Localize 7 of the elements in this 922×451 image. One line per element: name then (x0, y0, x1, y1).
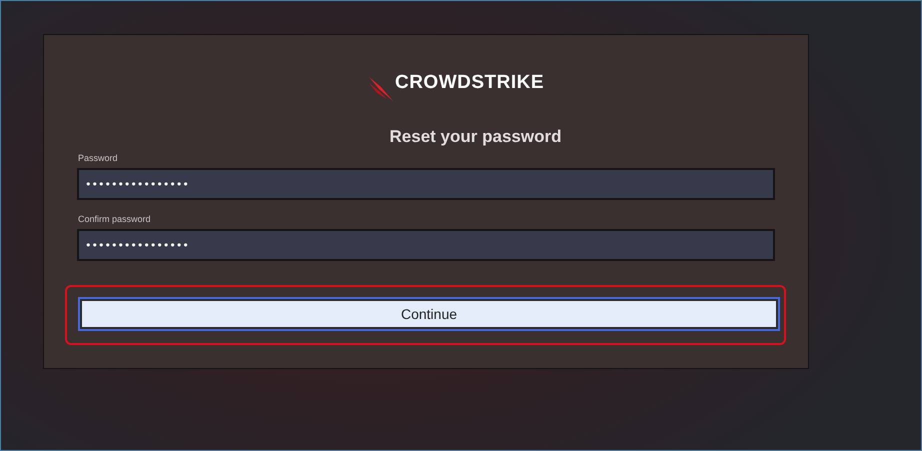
logo-wordmark: CROWDSTRIKE (394, 72, 544, 94)
password-field[interactable]: •••••••••••••••• (77, 168, 775, 200)
password-field[interactable]: •••••••••••••••• (77, 229, 775, 261)
continue-button[interactable]: Continue (80, 299, 778, 329)
field-label: Password (78, 153, 119, 163)
field-label: Confirm password (78, 214, 152, 224)
page-title: Reset your password (388, 127, 562, 147)
